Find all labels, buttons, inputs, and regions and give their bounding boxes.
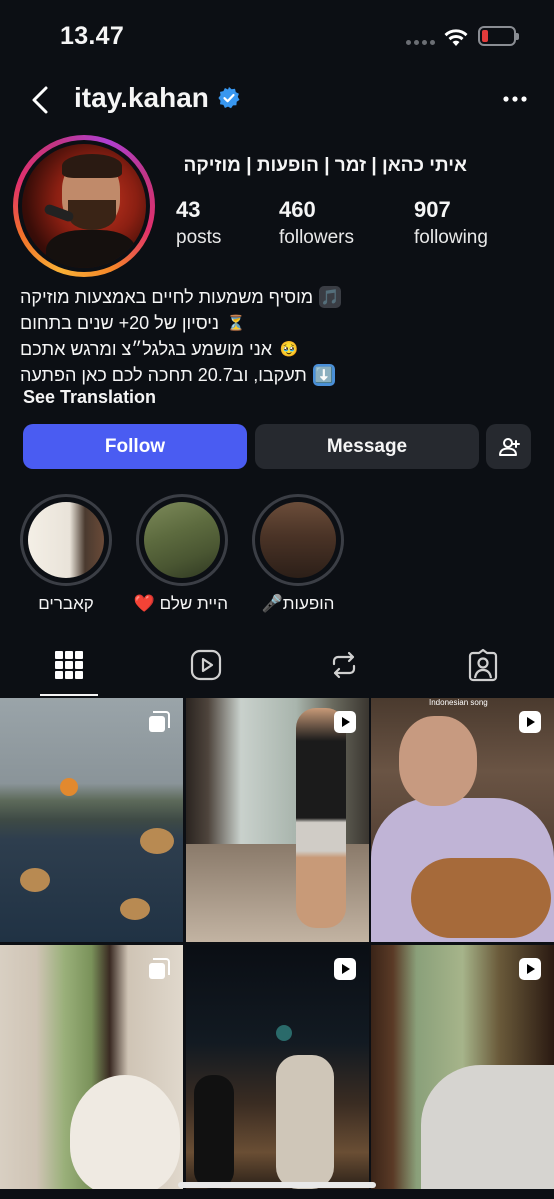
message-button[interactable]: Message xyxy=(255,424,479,469)
posts-grid: Indonesian song xyxy=(0,698,554,1199)
highlight-covers[interactable]: קאברים xyxy=(20,494,112,614)
bio-line: ⏳ ניסיון של 20+ שנים בתחום xyxy=(20,310,390,336)
follow-button[interactable]: Follow xyxy=(23,424,247,469)
post-thumbnail[interactable]: Indonesian song xyxy=(371,698,554,942)
verified-badge-icon xyxy=(218,87,240,109)
post-thumbnail[interactable] xyxy=(371,945,554,1189)
highlight-label: הופעות🎤 xyxy=(261,594,335,613)
home-indicator[interactable] xyxy=(178,1182,376,1188)
grid-icon[interactable] xyxy=(52,648,86,682)
following-count-value: 907 xyxy=(414,197,451,222)
hourglass-emoji: ⏳ xyxy=(226,315,246,332)
profile-display-name: איתי כהאן | זמר | הופעות | מוזיקה xyxy=(183,155,467,176)
bio-line: ⬇️ תעקבו, וב20.7 תחכה לכם כאן הפתעה xyxy=(20,362,390,388)
music-note-emoji: 🎵 xyxy=(319,286,342,308)
profile-tabs xyxy=(0,640,554,696)
posts-count[interactable]: 43 posts xyxy=(176,197,221,249)
reel-icon xyxy=(519,711,541,733)
bio-text: אני מושמע בגלגל״צ ומרגש אתכם xyxy=(20,338,273,359)
highlight-cover-image xyxy=(144,502,220,578)
profile-avatar[interactable] xyxy=(13,135,155,277)
following-count-label: following xyxy=(414,227,488,248)
post-thumbnail[interactable] xyxy=(0,698,183,942)
profile-header: itay.kahan xyxy=(0,78,554,122)
reposts-icon[interactable] xyxy=(327,648,361,682)
post-thumbnail[interactable] xyxy=(186,945,369,1189)
bio-text: מוסיף משמעות לחיים באמצעות מוזיקה xyxy=(20,286,314,307)
highlight-hayita-shalem[interactable]: היית שלם ❤️ xyxy=(133,494,228,614)
reels-icon[interactable] xyxy=(189,648,223,682)
reel-icon xyxy=(334,711,356,733)
profile-username: itay.kahan xyxy=(74,82,209,113)
back-arrow-icon[interactable] xyxy=(24,82,56,118)
bio-line: 🥹 אני מושמע בגלגל״צ ומרגש אתכם xyxy=(20,336,390,362)
suggested-users-button[interactable] xyxy=(486,424,531,469)
down-arrow-emoji: ⬇️ xyxy=(312,364,335,386)
tagged-icon[interactable] xyxy=(466,648,500,682)
carousel-icon xyxy=(149,711,170,732)
post-thumbnail[interactable] xyxy=(0,945,183,1189)
status-bar: 13.47 xyxy=(0,0,554,70)
highlight-shows[interactable]: הופעות🎤 xyxy=(252,494,344,614)
followers-count[interactable]: 460 followers xyxy=(279,197,354,249)
carousel-icon xyxy=(149,958,170,979)
posts-count-label: posts xyxy=(176,227,222,248)
post-overlay-text: Indonesian song xyxy=(429,698,488,707)
reel-icon xyxy=(519,958,541,980)
bio-line: 🎵 מוסיף משמעות לחיים באמצעות מוזיקה xyxy=(20,284,390,310)
followers-count-label: followers xyxy=(279,227,354,248)
bio-text: ניסיון של 20+ שנים בתחום xyxy=(20,312,219,333)
highlight-cover-image xyxy=(28,502,104,578)
bio-text: תעקבו, וב20.7 תחכה לכם כאן הפתעה xyxy=(20,364,307,385)
more-options-icon[interactable] xyxy=(500,84,530,114)
profile-bio: 🎵 מוסיף משמעות לחיים באמצעות מוזיקה ⏳ ני… xyxy=(20,284,390,388)
holding-tears-emoji: 🥹 xyxy=(279,341,299,358)
wifi-icon xyxy=(444,29,468,46)
avatar-photo xyxy=(22,144,146,268)
highlight-label: היית שלם ❤️ xyxy=(133,594,228,613)
reel-icon xyxy=(334,958,356,980)
battery-icon xyxy=(478,26,519,46)
highlight-label: קאברים xyxy=(38,594,94,613)
highlight-cover-image xyxy=(260,502,336,578)
post-thumbnail[interactable] xyxy=(186,698,369,942)
active-tab-indicator xyxy=(40,694,98,696)
followers-count-value: 460 xyxy=(279,197,316,222)
see-translation-link[interactable]: See Translation xyxy=(23,387,156,408)
add-user-icon xyxy=(498,437,520,456)
following-count[interactable]: 907 following xyxy=(414,197,488,249)
cellular-signal-icon xyxy=(406,40,435,45)
status-time: 13.47 xyxy=(60,22,125,50)
posts-count-value: 43 xyxy=(176,197,201,222)
